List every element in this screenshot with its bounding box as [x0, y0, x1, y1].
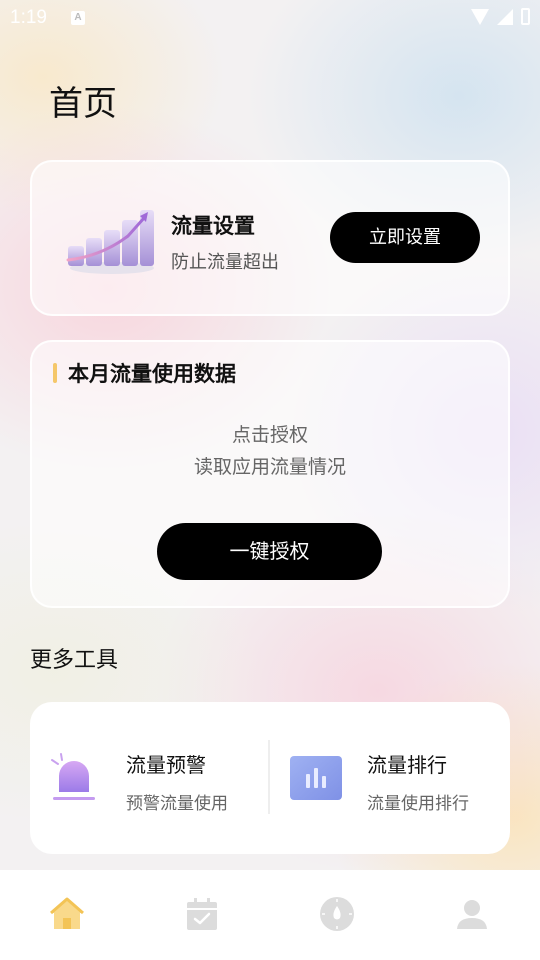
tool-flow-rank[interactable]: 流量排行 流量使用排行	[270, 702, 510, 854]
growth-chart-icon	[66, 210, 154, 274]
monthly-usage-card: 本月流量使用数据 点击授权 读取应用流量情况 一键授权	[30, 340, 510, 608]
status-icons	[471, 8, 530, 25]
flow-setting-subtitle: 防止流量超出	[171, 252, 279, 273]
wifi-icon	[471, 8, 489, 25]
status-time: 1:19	[10, 7, 47, 28]
auth-hint-line1: 点击授权	[231, 424, 308, 446]
user-icon	[457, 900, 487, 929]
signal-icon	[497, 8, 513, 25]
one-click-authorize-button[interactable]: 一键授权	[157, 523, 382, 580]
battery-icon	[521, 8, 530, 25]
tool-name: 流量预警	[126, 753, 206, 777]
auth-hint-line2: 读取应用流量情况	[193, 456, 346, 478]
nav-home[interactable]	[47, 894, 87, 934]
alarm-icon	[51, 753, 95, 800]
nav-profile[interactable]	[452, 894, 492, 934]
section-accent-bar	[53, 363, 57, 383]
tool-desc: 预警流量使用	[126, 794, 228, 814]
status-bar: 1:19 A	[0, 0, 540, 36]
bar-chart-icon	[290, 756, 342, 800]
flow-setting-card: 流量设置 防止流量超出 立即设置	[30, 160, 510, 316]
bottom-nav	[0, 870, 540, 960]
nav-calendar[interactable]	[182, 894, 222, 934]
tool-name: 流量排行	[367, 753, 447, 777]
page-title: 首页	[49, 84, 117, 124]
tools-card: 流量预警 预警流量使用 流量排行 流量使用排行	[30, 702, 510, 854]
tool-flow-alert[interactable]: 流量预警 预警流量使用	[30, 702, 268, 854]
setup-now-button[interactable]: 立即设置	[330, 212, 480, 263]
calendar-check-icon	[187, 898, 217, 930]
nav-compass[interactable]	[317, 894, 357, 934]
home-icon	[50, 897, 84, 929]
monthly-usage-title: 本月流量使用数据	[68, 362, 236, 386]
flow-setting-title: 流量设置	[171, 214, 255, 238]
compass-icon	[320, 897, 354, 931]
notification-a-icon: A	[71, 11, 85, 25]
tool-desc: 流量使用排行	[367, 794, 469, 814]
more-tools-title: 更多工具	[30, 648, 119, 673]
